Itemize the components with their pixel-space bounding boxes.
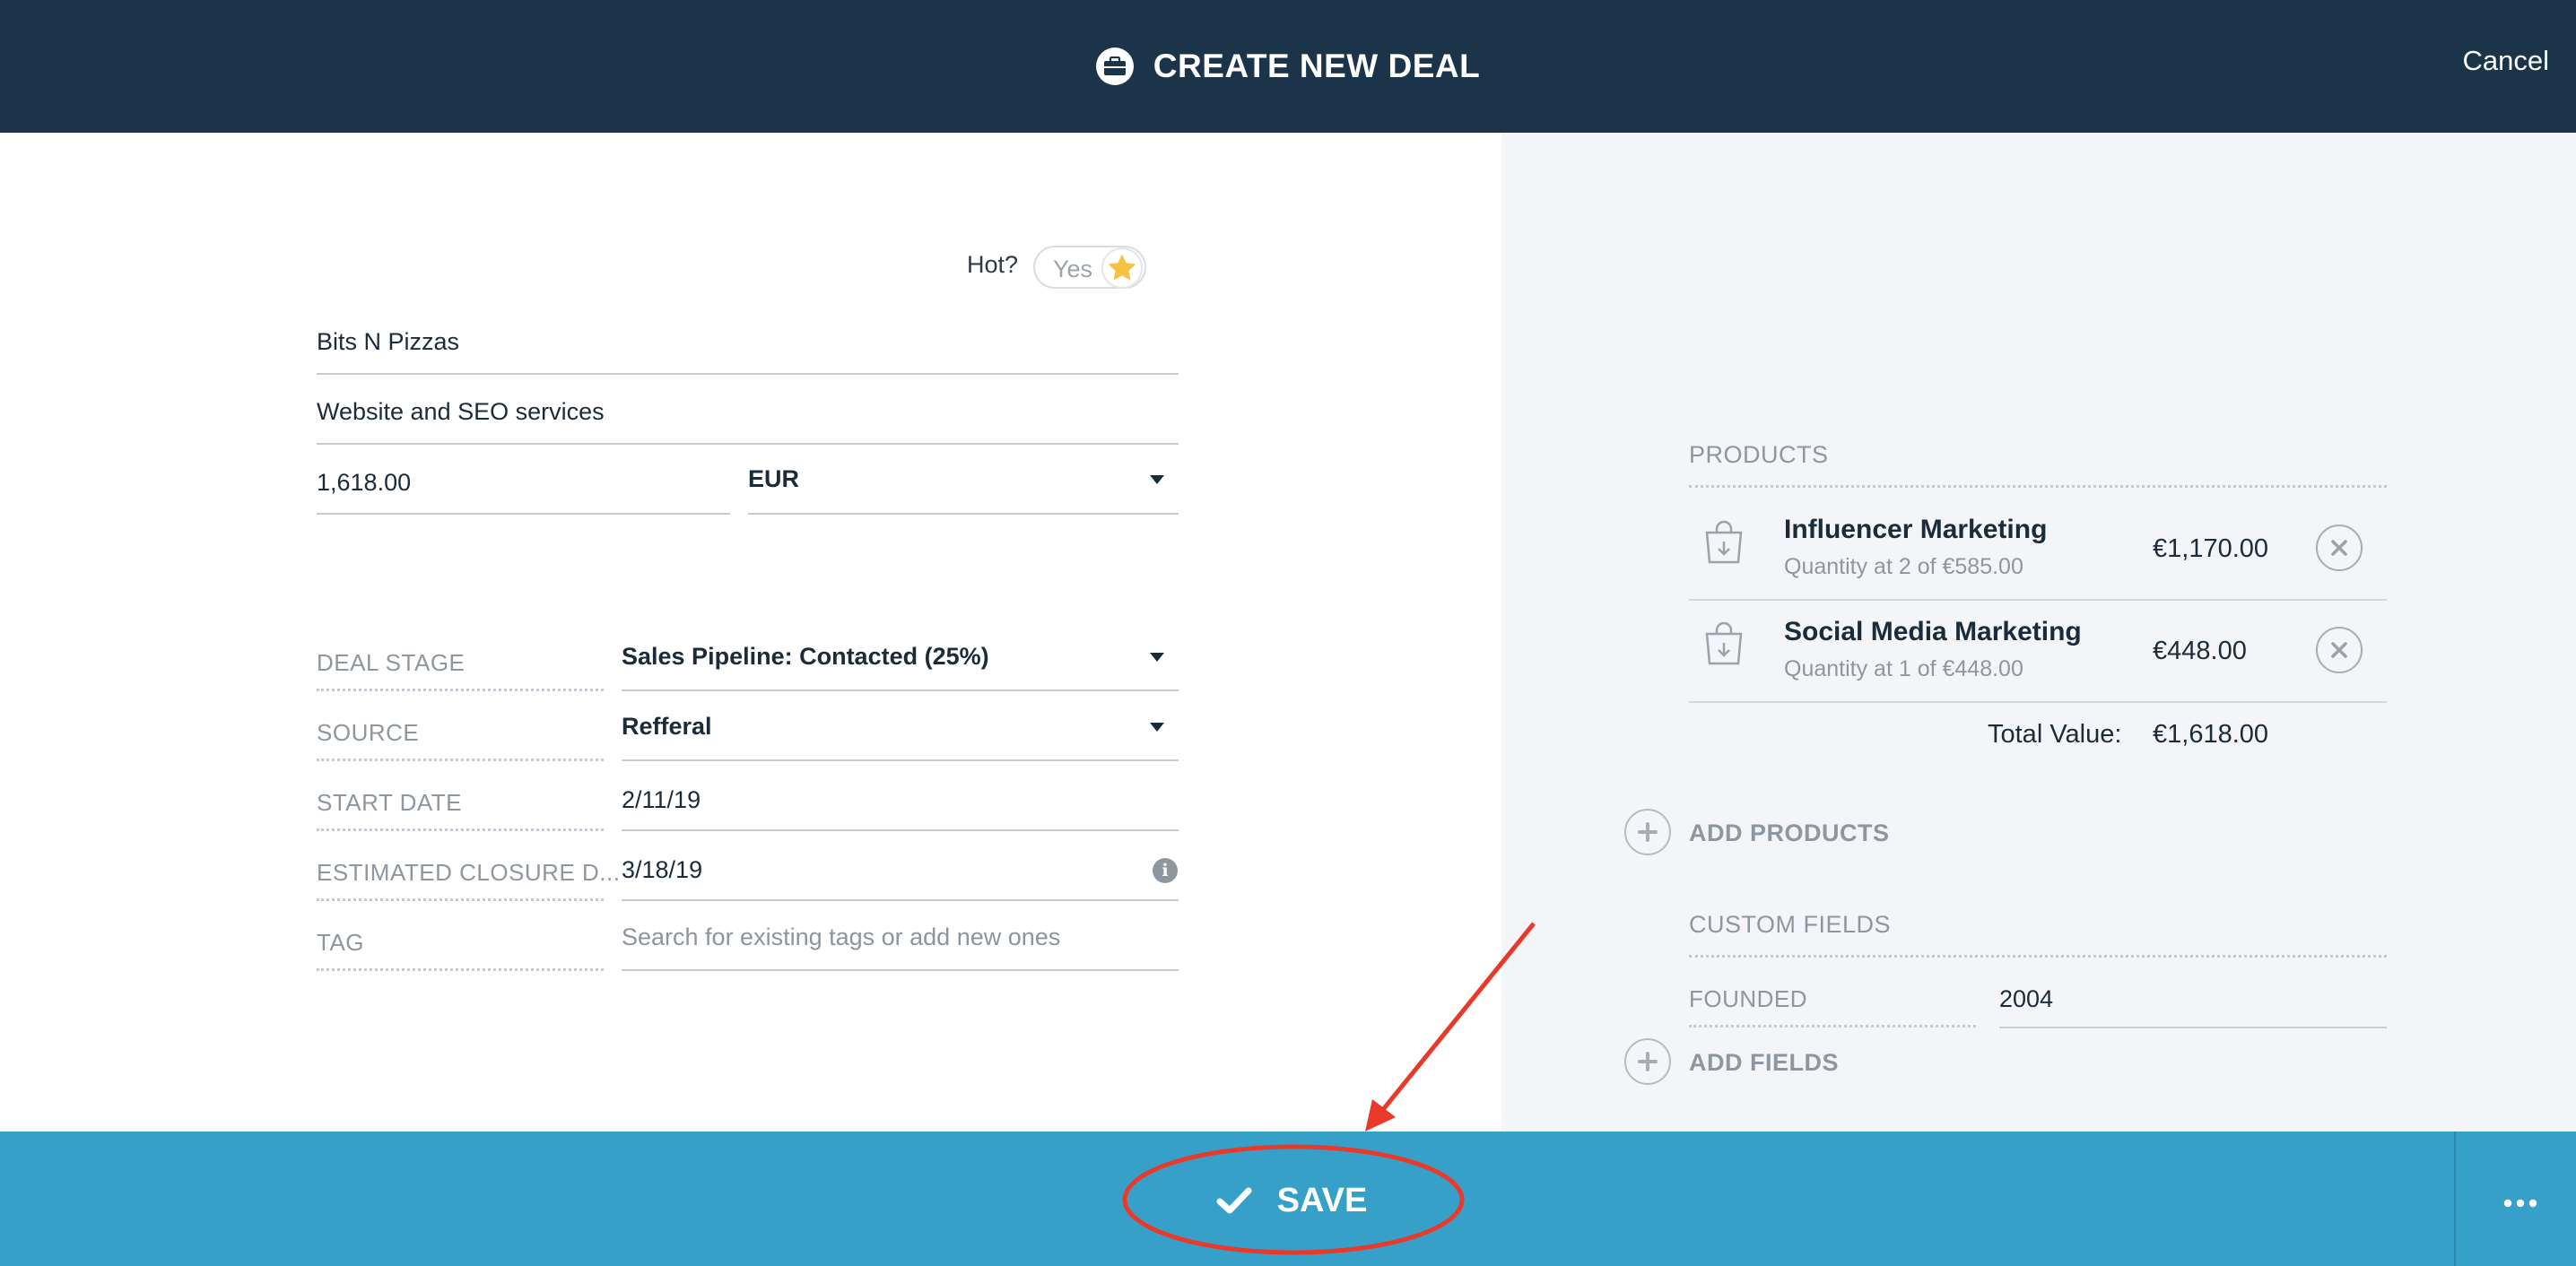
amount-underline	[317, 513, 730, 515]
star-icon	[1101, 247, 1143, 289]
company-underline	[317, 373, 1179, 375]
currency-underline	[748, 513, 1179, 515]
annotation-arrowhead	[1365, 1099, 1396, 1132]
remove-product-button[interactable]	[2316, 525, 2363, 571]
source-select[interactable]: Refferal	[622, 713, 712, 741]
product-name: Social Media Marketing	[1784, 617, 2082, 646]
start-date-dots	[317, 828, 604, 831]
hot-label: Hot?	[967, 251, 1019, 278]
save-label: SAVE	[1276, 1181, 1368, 1219]
close-icon	[2331, 642, 2347, 658]
product-price: €1,170.00	[2153, 534, 2269, 563]
company-field[interactable]: Bits N Pizzas	[317, 328, 459, 356]
add-fields-button[interactable]	[1624, 1038, 1671, 1085]
currency-chevron-down-icon[interactable]	[1150, 475, 1164, 484]
plus-icon	[1638, 1052, 1658, 1071]
cancel-button[interactable]: Cancel	[2463, 45, 2550, 77]
deal-name-underline	[317, 443, 1179, 445]
source-dots	[317, 759, 604, 761]
info-icon[interactable]: i	[1153, 858, 1178, 883]
tag-dots	[317, 968, 604, 971]
total-label: Total Value:	[1988, 720, 2122, 749]
currency-select[interactable]: EUR	[748, 465, 799, 493]
deal-stage-chevron-down-icon[interactable]	[1150, 653, 1164, 662]
deal-stage-select[interactable]: Sales Pipeline: Contacted (25%)	[622, 643, 989, 671]
tag-input[interactable]: Search for existing tags or add new ones	[622, 923, 1060, 951]
product-price: €448.00	[2153, 637, 2247, 665]
founded-underline	[1999, 1027, 2387, 1028]
save-button[interactable]: SAVE	[1211, 1167, 1372, 1234]
founded-label: FOUNDED	[1689, 985, 1808, 1012]
products-dots	[1689, 485, 2387, 488]
checkmark-icon	[1216, 1187, 1252, 1214]
source-label: SOURCE	[317, 719, 420, 746]
hot-toggle-label: Yes	[1053, 256, 1093, 282]
source-chevron-down-icon[interactable]	[1150, 723, 1164, 732]
deal-stage-dots	[317, 689, 604, 691]
product-detail: Quantity at 2 of €585.00	[1784, 554, 2023, 579]
start-date-field[interactable]: 2/11/19	[622, 786, 701, 814]
closure-date-label: ESTIMATED CLOSURE D...	[317, 859, 621, 886]
product-detail: Quantity at 1 of €448.00	[1784, 656, 2023, 681]
founded-field[interactable]: 2004	[1999, 985, 2053, 1013]
products-label: PRODUCTS	[1689, 441, 1829, 468]
add-fields-label[interactable]: ADD FIELDS	[1689, 1049, 1839, 1077]
custom-fields-dots	[1689, 955, 2387, 958]
founded-dots	[1689, 1025, 1976, 1028]
tag-label: TAG	[317, 929, 365, 956]
start-date-underline	[622, 829, 1179, 831]
page-title: CREATE NEW DEAL	[0, 0, 2576, 133]
add-products-button[interactable]	[1624, 809, 1671, 855]
product-divider	[1689, 701, 2387, 703]
page-title-text: CREATE NEW DEAL	[1153, 48, 1481, 84]
start-date-label: START DATE	[317, 789, 462, 816]
more-dots-icon[interactable]	[2497, 1180, 2544, 1227]
product-divider	[1689, 599, 2387, 601]
source-underline	[622, 759, 1179, 761]
remove-product-button[interactable]	[2316, 627, 2363, 673]
closure-date-field[interactable]: 3/18/19	[622, 856, 702, 884]
hot-toggle[interactable]: Yes	[1033, 246, 1146, 289]
plus-icon	[1638, 822, 1658, 842]
shopping-bag-icon	[1702, 520, 1745, 569]
deal-stage-label: DEAL STAGE	[317, 649, 466, 676]
briefcase-icon	[1095, 48, 1134, 85]
add-products-label[interactable]: ADD PRODUCTS	[1689, 819, 1890, 847]
footer-divider	[2454, 1132, 2456, 1266]
deal-stage-underline	[622, 689, 1179, 691]
custom-fields-label: CUSTOM FIELDS	[1689, 911, 1892, 938]
shopping-bag-icon	[1702, 621, 1745, 671]
close-icon	[2331, 540, 2347, 556]
closure-date-dots	[317, 898, 604, 901]
deal-name-field[interactable]: Website and SEO services	[317, 398, 605, 426]
tag-underline	[622, 969, 1179, 971]
product-name: Influencer Marketing	[1784, 515, 2048, 544]
closure-date-underline	[622, 899, 1179, 901]
amount-field[interactable]: 1,618.00	[317, 469, 411, 497]
total-value: €1,618.00	[2153, 720, 2269, 749]
